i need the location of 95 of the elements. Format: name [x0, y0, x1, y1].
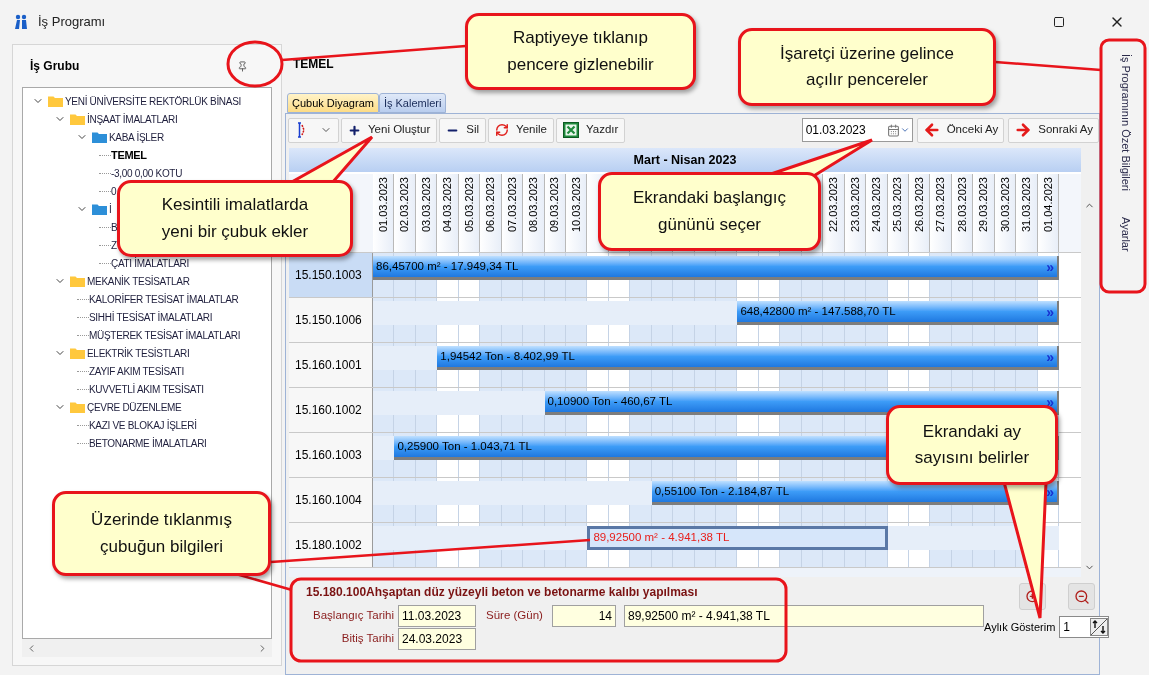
date-header: 29.03.2023 — [973, 174, 995, 252]
maximize-icon[interactable] — [1053, 16, 1065, 28]
toolbar-button[interactable]: Yazdır — [555, 117, 626, 143]
date-header: 02.03.2023 — [394, 174, 416, 252]
field-label: Başlangıç Tarihi — [312, 608, 394, 624]
side-tab[interactable]: Ayarlar — [1117, 216, 1134, 252]
tree-item[interactable]: MÜŞTEREK TESİSAT İMALATLARI — [89, 327, 241, 343]
row-header[interactable]: 15.180.1002 — [289, 523, 373, 567]
callout-tooltip: Raptiyeye tıklanıp pencere gizlenebilir — [465, 13, 696, 90]
date-header: 10.03.2023 — [565, 174, 588, 252]
date-header: 28.03.2023 — [951, 174, 974, 252]
date-header: 04.03.2023 — [437, 174, 459, 252]
tree-item[interactable]: -3,00 0,00 KOTU — [111, 165, 183, 181]
nav-button[interactable]: Sonraki Ay — [1008, 117, 1099, 143]
date-header: 07.03.2023 — [501, 174, 524, 252]
toolbar-button[interactable]: Yenile — [488, 117, 554, 143]
duration-field[interactable]: 14 — [552, 605, 616, 627]
plus-icon — [348, 123, 361, 137]
nav-button[interactable]: Önceki Ay — [916, 117, 1005, 143]
zoom-out-icon — [1073, 588, 1090, 605]
tree-item[interactable]: SIHHİ TESİSAT İMALATLARI — [89, 309, 213, 325]
date-header: 24.03.2023 — [866, 174, 888, 252]
date-header: 09.03.2023 — [544, 174, 566, 252]
row-header[interactable]: 15.160.1003 — [289, 433, 373, 477]
tree-item[interactable]: KABA İŞLER — [109, 129, 164, 145]
date-header: 26.03.2023 — [908, 174, 931, 252]
section-title: TEMEL — [293, 56, 334, 73]
date-header: 25.03.2023 — [887, 174, 909, 252]
tree-item[interactable]: MEKANİK TESİSATLAR — [87, 273, 190, 289]
row-header[interactable]: 15.160.1004 — [289, 478, 373, 522]
tree-item[interactable]: KUVVETLİ AKIM TESİSATI — [89, 381, 204, 397]
task-bar[interactable]: 1,94542 Ton - 8.402,99 TL » — [437, 346, 1059, 370]
callout-tooltip: Üzerinde tıklanmış çubuğun bilgileri — [52, 491, 271, 576]
row-header[interactable]: 15.160.1001 — [289, 343, 373, 387]
row-header[interactable]: 15.160.1002 — [289, 388, 373, 432]
callout-tooltip: İşaretçi üzerine gelince açılır pencereler — [738, 28, 996, 106]
date-header: 03.03.2023 — [415, 174, 438, 252]
pin-icon[interactable] — [237, 60, 248, 72]
bracket-icon — [295, 122, 305, 138]
toolbar-button[interactable]: Yeni Oluştur — [341, 117, 438, 143]
amount-field[interactable]: 89,92500 m² - 4.941,38 TL — [624, 605, 984, 627]
side-tab[interactable]: İş Programının Özet Bilgileri — [1117, 54, 1134, 191]
date-header: 08.03.2023 — [523, 174, 545, 252]
date-header: 31.03.2023 — [1016, 174, 1038, 252]
tree-item[interactable]: İ — [109, 201, 112, 217]
tab[interactable]: İş Kalemleri — [378, 93, 447, 113]
highlight-circle — [226, 40, 284, 88]
date-header: 30.03.2023 — [994, 174, 1017, 252]
people-icon — [14, 14, 28, 30]
toolbar-button[interactable]: Sil — [439, 117, 486, 143]
tree-item[interactable]: KALORİFER TESİSAT İMALATLAR — [89, 291, 239, 307]
tree-item[interactable]: 0 — [111, 183, 117, 199]
field-label: Aylık Gösterim — [984, 619, 1056, 635]
task-bar[interactable]: 86,45700 m² - 17.949,34 TL » — [373, 256, 1059, 280]
field-label: Süre (Gün) — [486, 608, 544, 623]
start-date-field[interactable]: 11.03.2023 — [398, 605, 476, 627]
tree-item[interactable]: ZAYIF AKIM TESİSATI — [89, 363, 184, 379]
row-header[interactable]: 15.150.1006 — [289, 298, 373, 342]
task-bar[interactable]: 648,42800 m² - 147.588,70 TL » — [737, 301, 1059, 325]
task-bar[interactable]: 89,92500 m² - 4.941,38 TL — [587, 526, 888, 550]
date-header: 23.03.2023 — [844, 174, 867, 252]
date-header: 05.03.2023 — [458, 174, 481, 252]
tree-item[interactable]: İNŞAAT İMALATLARI — [87, 111, 178, 127]
tree-item[interactable]: ÇEVRE DÜZENLEME — [87, 399, 182, 415]
tree-item[interactable]: ÇATI İMALATLARI — [111, 255, 189, 271]
refresh-icon — [495, 123, 509, 137]
menu-button[interactable] — [288, 117, 339, 143]
tree-item[interactable]: KAZI VE BLOKAJ İŞLERİ — [89, 417, 197, 433]
horizontal-scrollbar[interactable] — [22, 639, 272, 657]
tree-item[interactable]: B — [111, 219, 118, 235]
end-date-field[interactable]: 24.03.2023 — [398, 628, 476, 650]
date-header: 06.03.2023 — [480, 174, 502, 252]
date-header: 01.04.2023 — [1037, 174, 1059, 252]
tree-item[interactable]: Z — [111, 237, 117, 253]
item-title: 15.180.100Ahşaptan düz yüzeyli beton ve betonarme kalıbı yapılması — [306, 584, 699, 601]
tab[interactable]: Çubuk Diyagram — [287, 93, 379, 113]
date-header: 01.03.2023 — [373, 174, 395, 252]
spinner-arrows-icon[interactable] — [1090, 618, 1109, 636]
zoom-out-button[interactable] — [1068, 583, 1096, 610]
tree-item[interactable]: YENİ ÜNİVERSİTE REKTÖRLÜK BİNASI — [65, 93, 241, 109]
month-header: Mart - Nisan 2023 — [289, 148, 1081, 172]
row-header[interactable]: 15.150.1003 — [289, 253, 373, 297]
spinner-field[interactable]: 1 — [1059, 616, 1110, 638]
calendar-icon — [886, 123, 900, 137]
tree-item[interactable]: BETONARME İMALATLARI — [89, 435, 207, 451]
tree-item[interactable]: ELEKTRİK TESİSTLARI — [87, 345, 190, 361]
spreadsheet-icon — [562, 122, 579, 138]
field-label: Bitiş Tarihi — [340, 631, 394, 647]
tree-item[interactable]: TEMEL — [111, 146, 147, 164]
panel-title: İş Grubu — [30, 58, 80, 75]
date-header: 27.03.2023 — [930, 174, 952, 252]
date-header: 22.03.2023 — [823, 174, 845, 252]
caret-icon — [899, 125, 910, 135]
window-title: İş Programı — [38, 13, 106, 32]
date-field[interactable]: 01.03.2023 — [801, 118, 913, 142]
